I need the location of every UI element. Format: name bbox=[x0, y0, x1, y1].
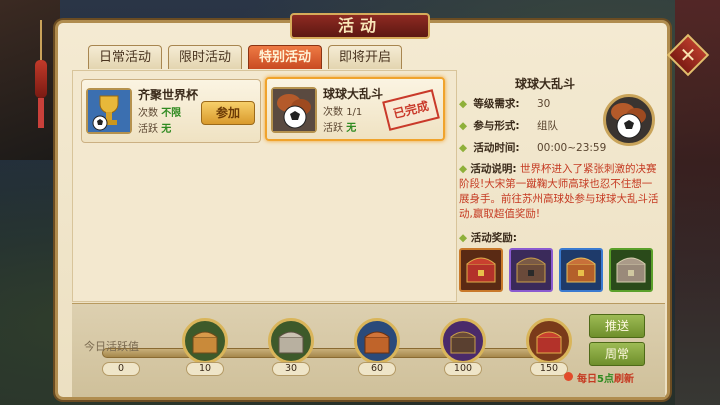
reward-blue-chest[interactable] bbox=[559, 248, 603, 292]
count-row: 次数 不限 bbox=[138, 104, 181, 119]
activity-list: 齐聚世界杯 次数 不限 活跃 无 参加 球球大乱斗 次数 1/1 活跃 无 已完… bbox=[72, 70, 457, 302]
tab-upcoming[interactable]: 即将开启 bbox=[328, 45, 403, 69]
join-button[interactable]: 参加 bbox=[201, 101, 255, 125]
bullet-icon: ◆ bbox=[459, 232, 468, 244]
completed-stamp: 已完成 bbox=[382, 89, 440, 131]
activity-detail: 球球大乱斗 ◆ 等级需求: 30 ◆ 参与形式: 组队 ◆ 活动时间: 00:0… bbox=[455, 70, 665, 302]
bullet-icon: ◆ bbox=[459, 120, 468, 132]
lantern-string bbox=[40, 20, 42, 60]
form-label: 参与形式: bbox=[473, 120, 520, 132]
form-row: ◆ 参与形式: 组队 bbox=[459, 118, 558, 133]
progress-track bbox=[102, 348, 552, 358]
push-button[interactable]: 推送 bbox=[589, 314, 645, 338]
activity-points-value: 无 bbox=[346, 123, 357, 134]
activity-title: 球球大乱斗 bbox=[323, 87, 384, 101]
tab-daily[interactable]: 日常活动 bbox=[88, 45, 163, 69]
close-icon: ✕ bbox=[679, 43, 697, 67]
tab-limited[interactable]: 限时活动 bbox=[168, 45, 243, 69]
milestone-value: 150 bbox=[530, 362, 568, 376]
activity-points-label: 活跃 bbox=[323, 123, 343, 134]
count-value: 1/1 bbox=[346, 107, 363, 118]
activity-points-label: 活跃 bbox=[138, 124, 158, 135]
tab-special[interactable]: 特别活动 bbox=[248, 45, 323, 69]
count-label: 次数 bbox=[323, 107, 343, 118]
level-row: ◆ 等级需求: 30 bbox=[459, 96, 550, 111]
milestone-silver-chest-icon[interactable] bbox=[268, 318, 314, 364]
milestone-wood-chest-icon[interactable] bbox=[182, 318, 228, 364]
activity-card-ball-brawl[interactable]: 球球大乱斗 次数 1/1 活跃 无 已完成 bbox=[265, 77, 445, 141]
level-value: 30 bbox=[536, 98, 551, 110]
milestone-bronze-chest-icon[interactable] bbox=[354, 318, 400, 364]
activity-points-row: 活跃 无 bbox=[323, 119, 356, 134]
description: ◆ 活动说明: 世界杯进入了紧张刺激的决赛阶段!大宋第一蹴鞠大师高球也忍不住想一… bbox=[459, 162, 659, 222]
current-activity-value: 0 bbox=[102, 362, 140, 376]
soccer-ball-icon bbox=[271, 87, 317, 133]
time-label: 活动时间: bbox=[473, 142, 520, 154]
bullet-icon: ◆ bbox=[459, 142, 468, 154]
tab-bar: 日常活动 限时活动 特别活动 即将开启 bbox=[88, 45, 403, 69]
level-label: 等级需求: bbox=[473, 98, 520, 110]
milestone-value: 30 bbox=[272, 362, 310, 376]
count-label: 次数 bbox=[138, 108, 158, 119]
activity-points-value: 无 bbox=[161, 124, 172, 135]
trophy-icon bbox=[86, 88, 132, 134]
activity-points-row: 活跃 无 bbox=[138, 120, 171, 135]
refresh-time: 5点 bbox=[597, 374, 614, 385]
activity-title: 齐聚世界杯 bbox=[138, 88, 199, 102]
reward-purple-chest[interactable] bbox=[509, 248, 553, 292]
milestone-red-chest-icon[interactable] bbox=[526, 318, 572, 364]
bullet-icon: ◆ bbox=[459, 163, 468, 175]
refresh-suffix: 刷新 bbox=[613, 374, 634, 385]
lantern-icon bbox=[35, 60, 47, 98]
rewards-row: ◆ 活动奖励: bbox=[459, 230, 517, 245]
milestone-value: 100 bbox=[444, 362, 482, 376]
today-activity-label: 今日活跃值 bbox=[84, 340, 139, 353]
reward-red-chest[interactable] bbox=[459, 248, 503, 292]
weekly-button[interactable]: 周常 bbox=[589, 342, 645, 366]
tassel-decoration bbox=[38, 98, 44, 128]
form-value: 组队 bbox=[536, 120, 558, 132]
description-label: 活动说明: bbox=[470, 163, 517, 175]
roof-decoration bbox=[0, 0, 60, 160]
refresh-icon bbox=[564, 372, 573, 381]
refresh-prefix: 每日 bbox=[577, 374, 597, 385]
bullet-icon: ◆ bbox=[459, 98, 468, 110]
time-value: 00:00~23:59 bbox=[536, 142, 607, 154]
time-row: ◆ 活动时间: 00:00~23:59 bbox=[459, 140, 606, 155]
soccer-ball-icon bbox=[603, 94, 655, 146]
milestone-dark-chest-icon[interactable] bbox=[440, 318, 486, 364]
daily-refresh-note: 每日5点刷新 bbox=[577, 370, 634, 385]
milestone-value: 60 bbox=[358, 362, 396, 376]
window-title: 活动 bbox=[290, 13, 430, 39]
milestone-value: 10 bbox=[186, 362, 224, 376]
count-value: 不限 bbox=[161, 108, 182, 119]
detail-title: 球球大乱斗 bbox=[515, 77, 576, 91]
rewards-label: 活动奖励: bbox=[470, 232, 517, 244]
count-row: 次数 1/1 bbox=[323, 103, 362, 118]
reward-green-chest[interactable] bbox=[609, 248, 653, 292]
activity-progress-bar: 今日活跃值 0 10 30 60 100 150 推送 周常 每日5点刷新 bbox=[72, 303, 665, 397]
